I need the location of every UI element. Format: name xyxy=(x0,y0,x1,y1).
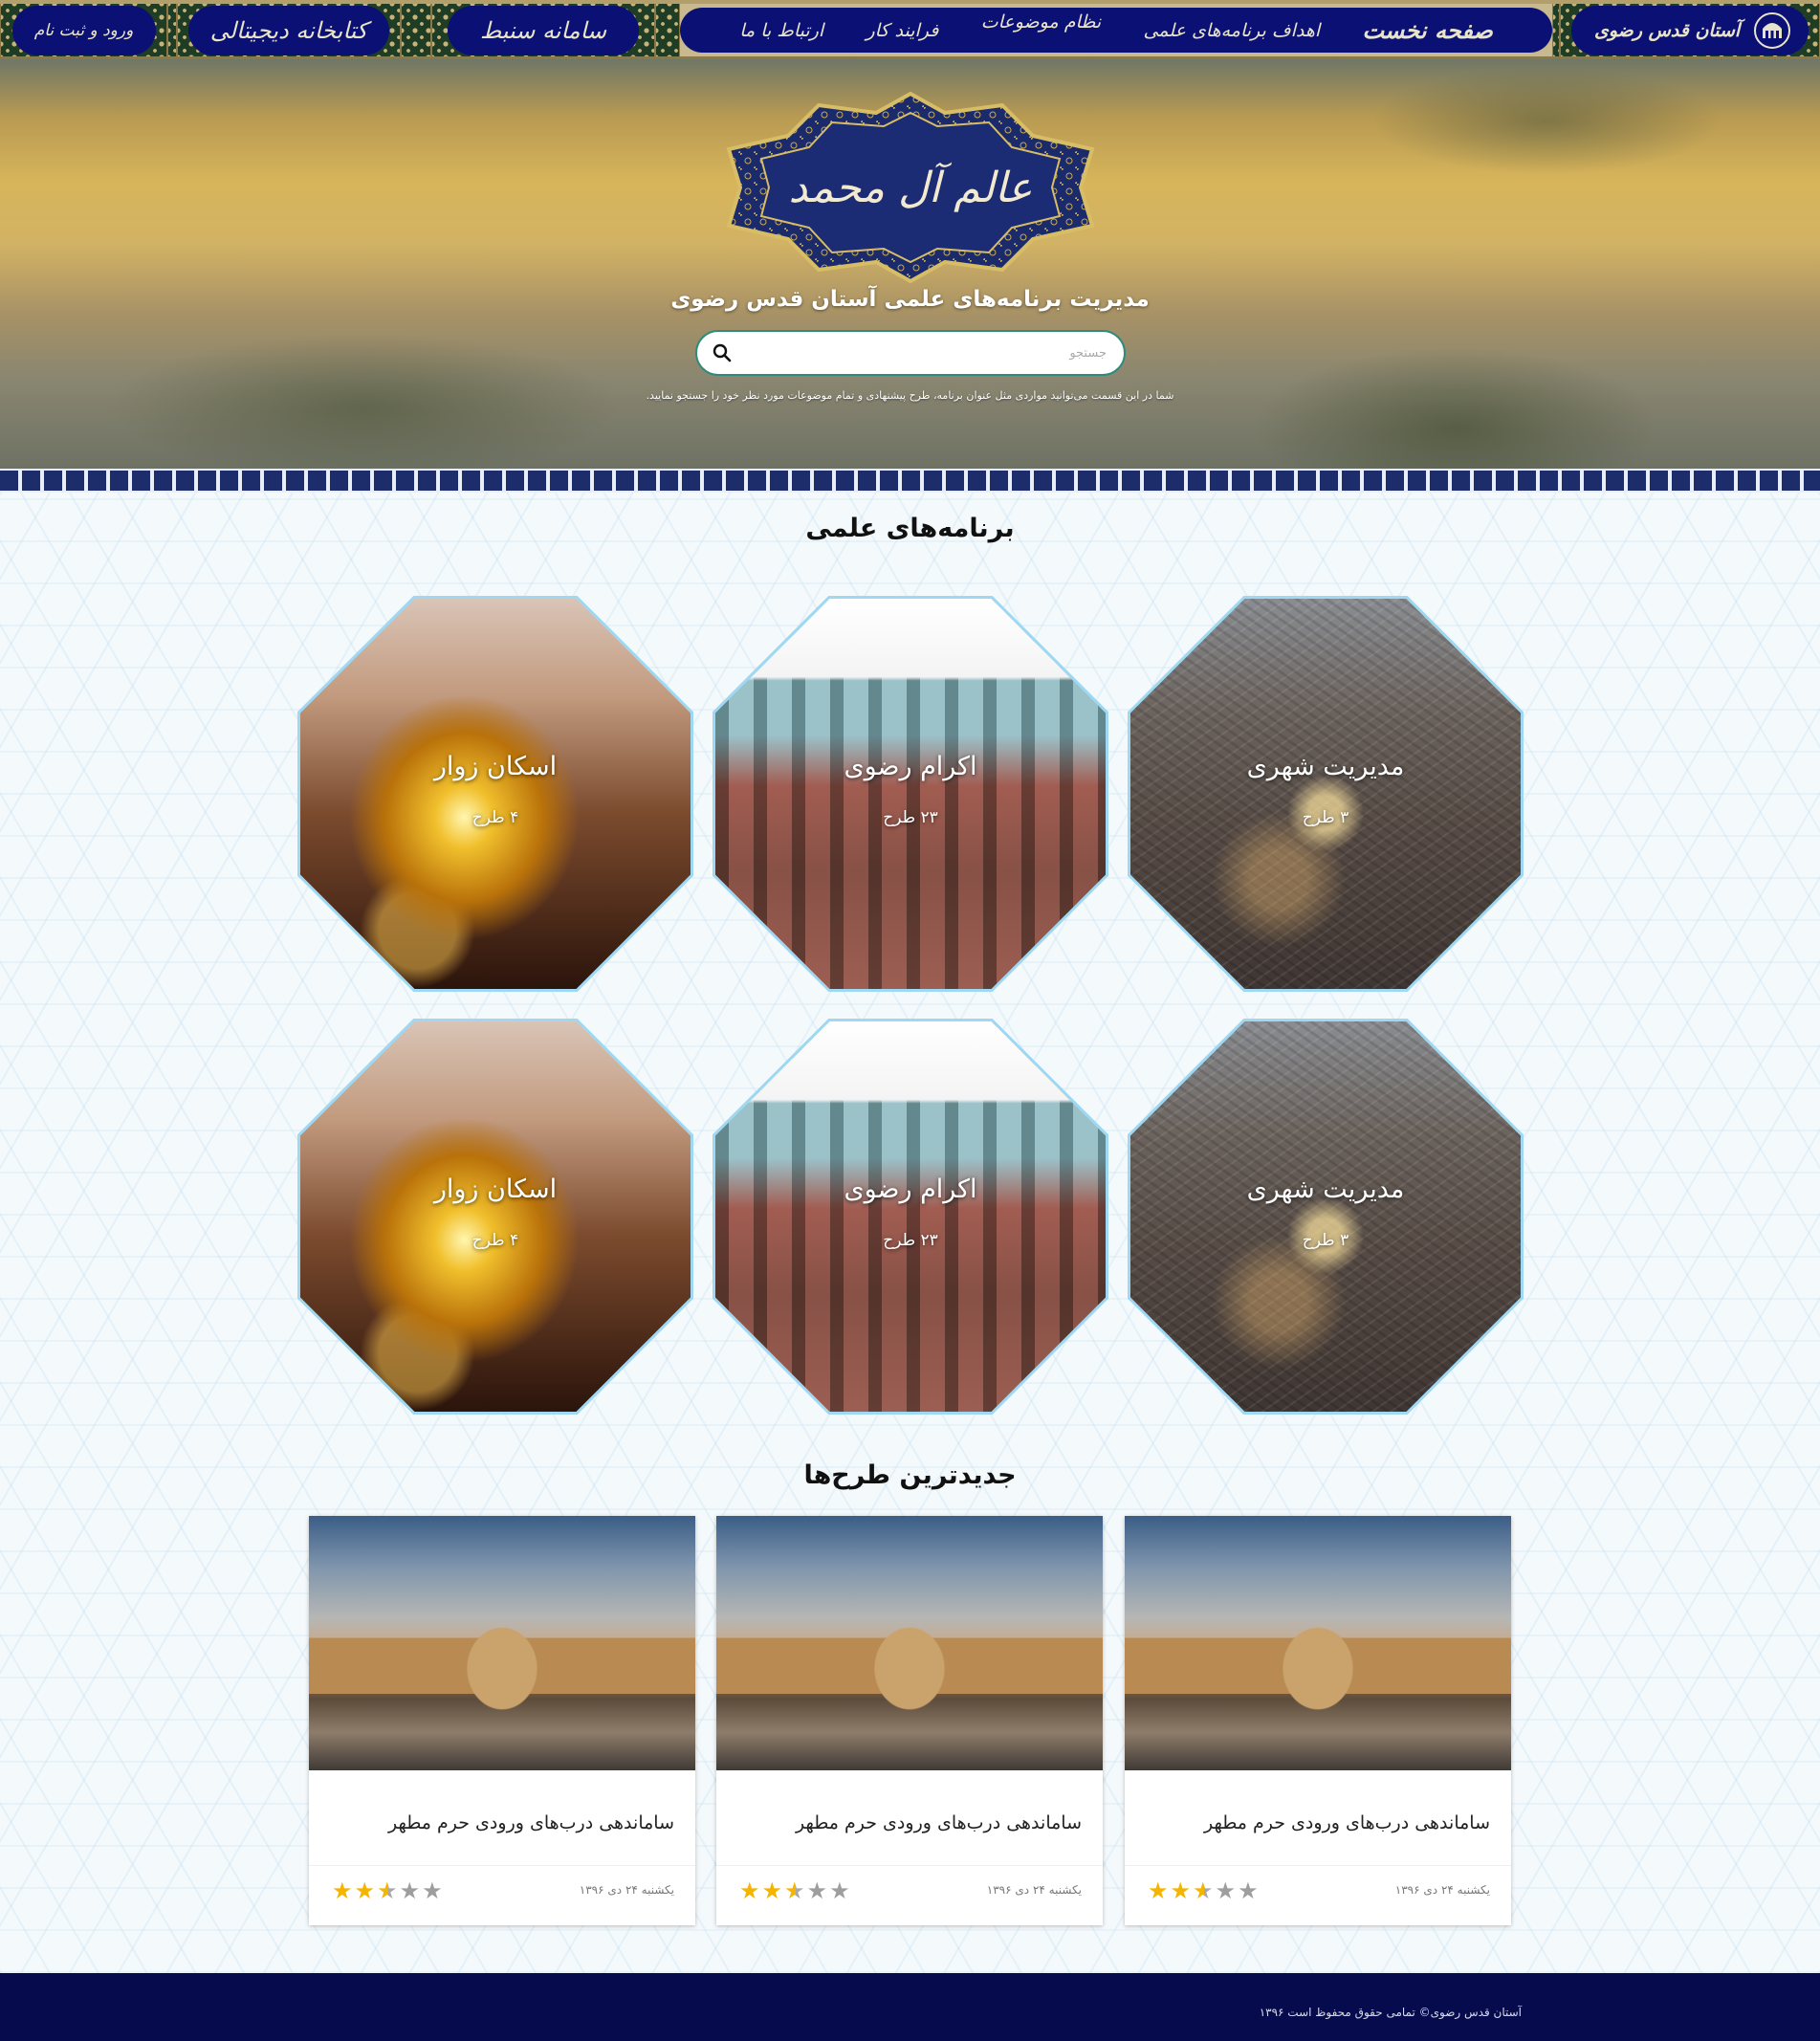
star-empty-icon: ★ xyxy=(806,1877,830,1904)
card-divider xyxy=(309,1865,695,1866)
logo-block: آستان قدس رضوی xyxy=(1560,4,1820,56)
star-icon: ★ xyxy=(1148,1877,1171,1904)
top-navigation: آستان قدس رضوی صفحه نخست اهداف برنامه‌ها… xyxy=(0,0,1820,59)
program-image xyxy=(1130,599,1521,989)
plan-card[interactable]: ساماندهی درب‌های ورودی حرم مطهر یکشنبه ۲… xyxy=(1125,1516,1511,1925)
star-empty-icon: ★ xyxy=(829,1877,852,1904)
plan-title[interactable]: ساماندهی درب‌های ورودی حرم مطهر xyxy=(1204,1812,1490,1833)
program-card[interactable]: اسکان زوار ۴ طرح xyxy=(297,596,693,992)
program-image xyxy=(300,599,691,989)
logo-text: آستان قدس رضوی xyxy=(1594,19,1741,41)
plan-title[interactable]: ساماندهی درب‌های ورودی حرم مطهر xyxy=(796,1812,1082,1833)
program-image xyxy=(300,1021,691,1412)
main-menu: صفحه نخست اهداف برنامه‌های علمی نظام موض… xyxy=(680,8,1552,53)
plan-image xyxy=(1125,1516,1511,1770)
nav-item-home[interactable]: صفحه نخست xyxy=(1362,16,1492,44)
plan-card[interactable]: ساماندهی درب‌های ورودی حرم مطهر یکشنبه ۲… xyxy=(716,1516,1103,1925)
latest-heading: جدیدترین طرح‌ها xyxy=(803,1460,1017,1490)
footer: آستان قدس رضوی© تمامی حقوق محفوظ است ۱۳۹… xyxy=(0,1973,1820,2041)
search-input[interactable] xyxy=(732,344,1108,362)
star-empty-icon: ★ xyxy=(1215,1877,1239,1904)
login-block: ورود و ثبت نام xyxy=(0,4,167,56)
star-empty-icon: ★ xyxy=(399,1877,423,1904)
card-divider xyxy=(1125,1865,1511,1866)
programs-heading: برنامه‌های علمی xyxy=(805,514,1015,543)
plan-date: یکشنبه ۲۴ دی ۱۳۹۶ xyxy=(1394,1883,1490,1897)
program-title: اکرام رضوی xyxy=(844,752,977,781)
hero-banner: عالم آل محمد مدیریت برنامه‌های علمی آستا… xyxy=(0,59,1820,469)
emblem-text: عالم آل محمد xyxy=(788,162,1032,212)
plan-image xyxy=(309,1516,695,1770)
copyright-text: آستان قدس رضوی© تمامی حقوق محفوظ است ۱۳۹… xyxy=(1259,2006,1522,2019)
card-divider xyxy=(716,1865,1103,1866)
nav-item-contact[interactable]: ارتباط با ما xyxy=(739,20,823,41)
search-hint: شما در این قسمت می‌توانید مواردی مثل عنو… xyxy=(646,389,1174,402)
digital-library-link[interactable]: کتابخانه دیجیتالی xyxy=(188,5,389,55)
program-count: ۳ طرح xyxy=(1302,808,1349,827)
program-count: ۲۳ طرح xyxy=(883,808,938,827)
search-icon[interactable] xyxy=(713,343,732,362)
plan-title[interactable]: ساماندهی درب‌های ورودی حرم مطهر xyxy=(388,1812,674,1833)
star-icon: ★ xyxy=(739,1877,762,1904)
program-title: اسکان زوار xyxy=(433,1174,558,1204)
program-title: مدیریت شهری xyxy=(1246,752,1405,781)
star-half-icon: ★ xyxy=(1193,1877,1216,1904)
program-card[interactable]: اکرام رضوی ۲۳ طرح xyxy=(713,596,1108,992)
program-count: ۴ طرح xyxy=(471,808,519,827)
site-logo[interactable]: آستان قدس رضوی xyxy=(1571,5,1809,55)
plan-image xyxy=(716,1516,1103,1770)
program-card[interactable]: مدیریت شهری ۳ طرح xyxy=(1128,596,1524,992)
program-count: ۲۳ طرح xyxy=(883,1231,938,1250)
login-register-link[interactable]: ورود و ثبت نام xyxy=(11,5,156,55)
samaneh-link[interactable]: سامانه سنبط xyxy=(448,5,639,55)
nav-item-process[interactable]: فرایند کار xyxy=(866,20,938,41)
star-empty-icon: ★ xyxy=(1238,1877,1261,1904)
program-count: ۴ طرح xyxy=(471,1231,519,1250)
plan-date: یکشنبه ۲۴ دی ۱۳۹۶ xyxy=(579,1883,674,1897)
program-image xyxy=(715,599,1106,989)
star-half-icon: ★ xyxy=(377,1877,400,1904)
program-title: اسکان زوار xyxy=(433,752,558,781)
star-empty-icon: ★ xyxy=(422,1877,445,1904)
rating-stars[interactable]: ★★★★★ xyxy=(739,1877,852,1904)
nav-separator xyxy=(401,4,431,56)
library-block: کتابخانه دیجیتالی xyxy=(177,4,401,56)
nav-separator xyxy=(167,4,177,56)
program-title: اکرام رضوی xyxy=(844,1174,977,1204)
star-icon: ★ xyxy=(354,1877,378,1904)
decorative-divider xyxy=(0,469,1820,493)
plan-card[interactable]: ساماندهی درب‌های ورودی حرم مطهر یکشنبه ۲… xyxy=(309,1516,695,1925)
star-half-icon: ★ xyxy=(784,1877,807,1904)
samaneh-block: سامانه سنبط xyxy=(431,4,655,56)
star-icon: ★ xyxy=(332,1877,355,1904)
plan-date: یکشنبه ۲۴ دی ۱۳۹۶ xyxy=(986,1883,1082,1897)
program-image xyxy=(715,1021,1106,1412)
program-card[interactable]: اسکان زوار ۴ طرح xyxy=(297,1019,693,1415)
search-box xyxy=(695,330,1126,376)
star-icon: ★ xyxy=(761,1877,785,1904)
site-title: مدیریت برنامه‌های علمی آستان قدس رضوی xyxy=(670,287,1150,312)
rating-stars[interactable]: ★★★★★ xyxy=(332,1877,445,1904)
emblem-calligraphy-icon: عالم آل محمد xyxy=(726,92,1095,283)
program-title: مدیریت شهری xyxy=(1246,1174,1405,1204)
nav-separator xyxy=(1552,4,1560,56)
nav-item-goals[interactable]: اهداف برنامه‌های علمی xyxy=(1143,20,1320,41)
star-icon: ★ xyxy=(1170,1877,1194,1904)
nav-item-topics[interactable]: نظام موضوعات xyxy=(981,11,1101,33)
program-count: ۳ طرح xyxy=(1302,1231,1349,1250)
nav-separator xyxy=(655,4,680,56)
program-card[interactable]: اکرام رضوی ۲۳ طرح xyxy=(713,1019,1108,1415)
shrine-logo-icon xyxy=(1754,11,1790,49)
program-image xyxy=(1130,1021,1521,1412)
rating-stars[interactable]: ★★★★★ xyxy=(1148,1877,1261,1904)
program-card[interactable]: مدیریت شهری ۳ طرح xyxy=(1128,1019,1524,1415)
